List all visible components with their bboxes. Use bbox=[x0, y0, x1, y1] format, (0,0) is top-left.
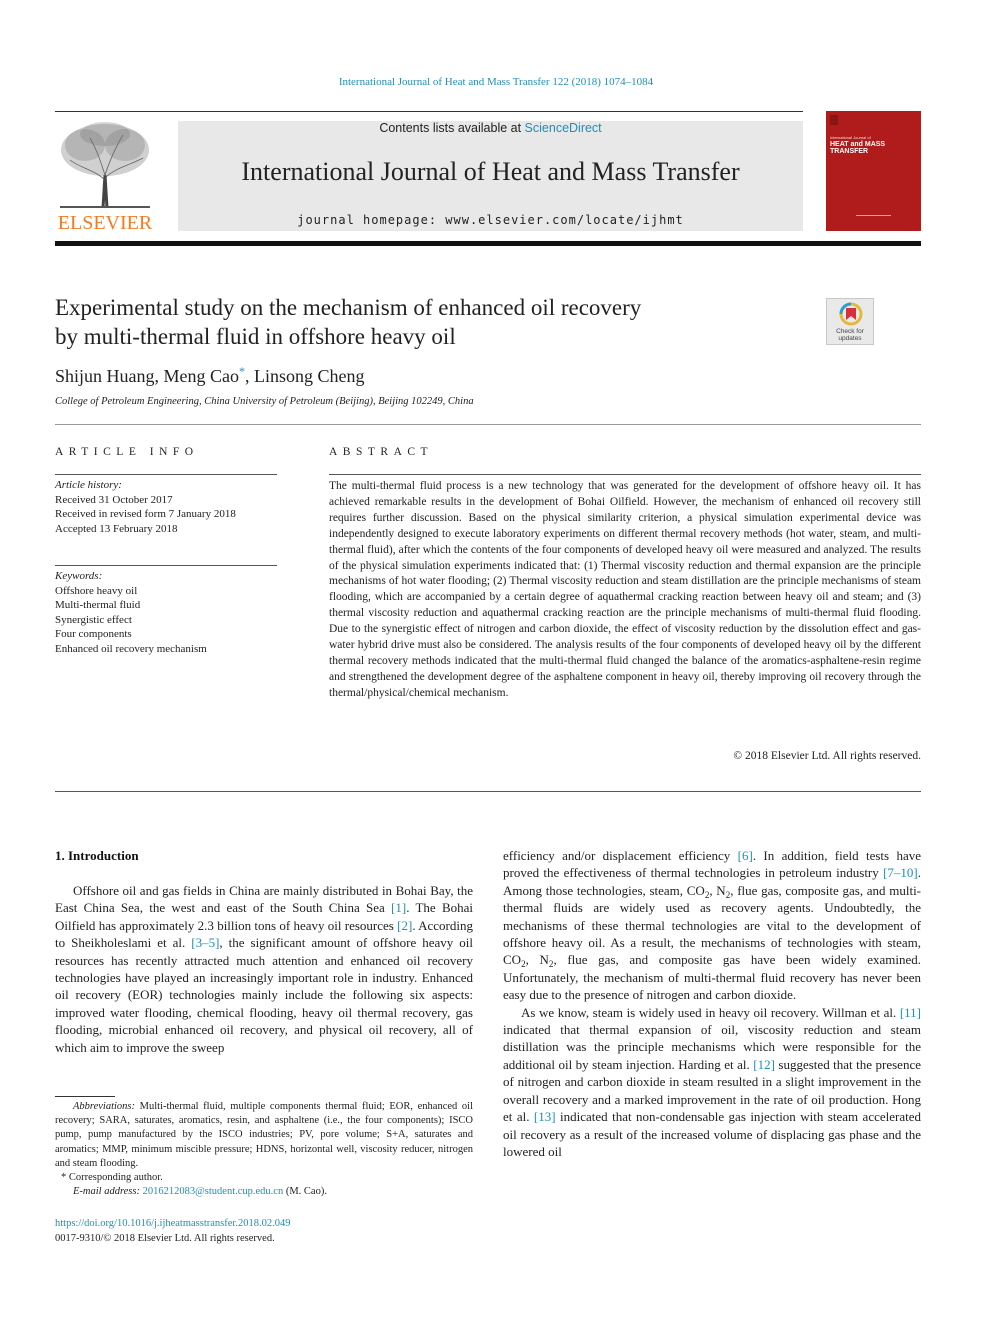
intro-left-column: Offshore oil and gas fields in China are… bbox=[55, 882, 473, 1056]
corresponding-text: Corresponding author. bbox=[66, 1172, 163, 1184]
doi-link[interactable]: https://doi.org/10.1016/j.ijheatmasstran… bbox=[55, 1218, 290, 1229]
author-name[interactable]: Shijun Huang, bbox=[55, 366, 164, 386]
homepage-url[interactable]: www.elsevier.com/locate/ijhmt bbox=[445, 213, 684, 227]
reference-link[interactable]: [11] bbox=[900, 1005, 921, 1020]
cover-footer-line bbox=[856, 215, 891, 216]
article-history-label: Article history: bbox=[55, 479, 122, 491]
keyword-item: Four components bbox=[55, 628, 132, 640]
article-info-heading: ARTICLE INFO bbox=[55, 446, 199, 458]
journal-masthead: Contents lists available at ScienceDirec… bbox=[178, 121, 803, 231]
cover-small-title: International Journal of bbox=[830, 135, 871, 140]
abbreviations-label: Abbreviations: bbox=[73, 1101, 136, 1112]
section-heading-introduction: 1. Introduction bbox=[55, 848, 139, 863]
article-info-rule bbox=[55, 474, 277, 475]
reference-link[interactable]: [2] bbox=[397, 918, 412, 933]
keyword-item: Enhanced oil recovery mechanism bbox=[55, 642, 207, 655]
author-name[interactable]: , Linsong Cheng bbox=[245, 366, 365, 386]
reference-link[interactable]: [6] bbox=[738, 848, 753, 863]
abstract-body: The multi-thermal fluid process is a new… bbox=[329, 480, 921, 699]
keywords: Keywords: Offshore heavy oil Multi-therm… bbox=[55, 569, 277, 656]
sciencedirect-link[interactable]: ScienceDirect bbox=[525, 121, 602, 135]
contents-prefix: Contents lists available at bbox=[379, 121, 525, 135]
text-run: efficiency and/or displacement efficienc… bbox=[503, 848, 738, 863]
intro-paragraph-1: Offshore oil and gas fields in China are… bbox=[55, 882, 473, 1056]
intro-paragraph-1-continued: efficiency and/or displacement efficienc… bbox=[503, 847, 921, 1004]
history-received: Received 31 October 2017 bbox=[55, 493, 173, 506]
reference-link[interactable]: [13] bbox=[534, 1109, 556, 1124]
affiliation-rule bbox=[55, 424, 921, 425]
check-updates-icon bbox=[839, 302, 863, 326]
cover-title-line1: HEAT and MASS bbox=[830, 141, 886, 148]
doi-block: https://doi.org/10.1016/j.ijheatmasstran… bbox=[55, 1216, 290, 1246]
reference-link[interactable]: [1] bbox=[391, 900, 406, 915]
footnotes: Abbreviations: Multi-thermal fluid, mult… bbox=[55, 1100, 473, 1199]
footnote-rule bbox=[55, 1096, 115, 1097]
article-title: Experimental study on the mechanism of e… bbox=[55, 293, 795, 351]
cover-logo-icon bbox=[830, 115, 838, 125]
check-for-updates-button[interactable]: Check for updates bbox=[826, 298, 874, 345]
history-revised: Received in revised form 7 January 2018 bbox=[55, 508, 236, 520]
check-updates-label: Check for updates bbox=[827, 328, 873, 342]
journal-citation[interactable]: International Journal of Heat and Mass T… bbox=[0, 76, 992, 88]
check-updates-line1: Check for bbox=[836, 328, 864, 335]
issn-copyright: 0017-9310/© 2018 Elsevier Ltd. All right… bbox=[55, 1233, 275, 1244]
text-run: indicated that non-condensable gas injec… bbox=[503, 1109, 922, 1159]
keywords-label: Keywords: bbox=[55, 570, 103, 582]
corresponding-footnote: * Corresponding author. bbox=[55, 1171, 473, 1185]
tree-icon bbox=[60, 122, 150, 209]
email-link[interactable]: 2016212083@student.cup.edu.cn bbox=[143, 1186, 284, 1197]
reference-link[interactable]: [12] bbox=[753, 1057, 775, 1072]
text-run: , N bbox=[525, 952, 549, 968]
abstract-heading: ABSTRACT bbox=[329, 446, 434, 458]
keyword-item: Synergistic effect bbox=[55, 613, 132, 626]
email-label: E-mail address: bbox=[73, 1186, 140, 1198]
contents-available-line: Contents lists available at ScienceDirec… bbox=[178, 121, 803, 135]
intro-paragraph-2: As we know, steam is widely used in heav… bbox=[503, 1004, 921, 1161]
abstract-rule bbox=[329, 474, 921, 475]
affiliation: College of Petroleum Engineering, China … bbox=[55, 396, 474, 407]
cover-title: HEAT and MASS TRANSFER bbox=[830, 141, 885, 155]
text-run: As we know, steam is widely used in heav… bbox=[521, 1004, 900, 1020]
text-run: , the significant amount of offshore hea… bbox=[55, 935, 473, 1055]
abstract-end-rule bbox=[55, 791, 921, 792]
header-rule bbox=[55, 111, 803, 112]
homepage-prefix: journal homepage: bbox=[297, 213, 446, 227]
check-updates-line2: updates bbox=[838, 335, 862, 342]
reference-link[interactable]: [7–10] bbox=[883, 865, 918, 880]
article-title-line2: by multi-thermal fluid in offshore heavy… bbox=[55, 324, 456, 349]
journal-name: International Journal of Heat and Mass T… bbox=[241, 157, 740, 186]
email-suffix: (M. Cao). bbox=[283, 1186, 327, 1198]
author-name[interactable]: Meng Cao bbox=[164, 366, 240, 386]
article-title-line1: Experimental study on the mechanism of e… bbox=[55, 295, 642, 320]
reference-link[interactable]: [3–5] bbox=[191, 935, 219, 950]
abbreviations-footnote: Abbreviations: Multi-thermal fluid, mult… bbox=[55, 1100, 473, 1171]
article-history: Article history: Received 31 October 201… bbox=[55, 478, 277, 536]
author-list: Shijun Huang, Meng Cao*, Linsong Cheng bbox=[55, 364, 365, 387]
keywords-rule bbox=[55, 565, 277, 566]
elsevier-wordmark: ELSEVIER bbox=[57, 212, 153, 234]
keyword-item: Offshore heavy oil bbox=[55, 584, 138, 597]
email-footnote: E-mail address: 2016212083@student.cup.e… bbox=[55, 1185, 473, 1199]
abstract-copyright: © 2018 Elsevier Ltd. All rights reserved… bbox=[733, 750, 921, 762]
journal-homepage-line: journal homepage: www.elsevier.com/locat… bbox=[178, 213, 803, 227]
journal-cover-thumbnail[interactable]: International Journal of HEAT and MASS T… bbox=[826, 111, 921, 231]
text-run: , flue gas, and composite gas have been … bbox=[503, 952, 921, 1003]
header-thick-rule bbox=[55, 241, 921, 246]
keyword-item: Multi-thermal fluid bbox=[55, 599, 141, 611]
cover-title-line2: TRANSFER bbox=[830, 148, 869, 155]
history-accepted: Accepted 13 February 2018 bbox=[55, 522, 178, 535]
intro-right-column: efficiency and/or displacement efficienc… bbox=[503, 847, 921, 1160]
text-run: , N bbox=[709, 882, 726, 898]
